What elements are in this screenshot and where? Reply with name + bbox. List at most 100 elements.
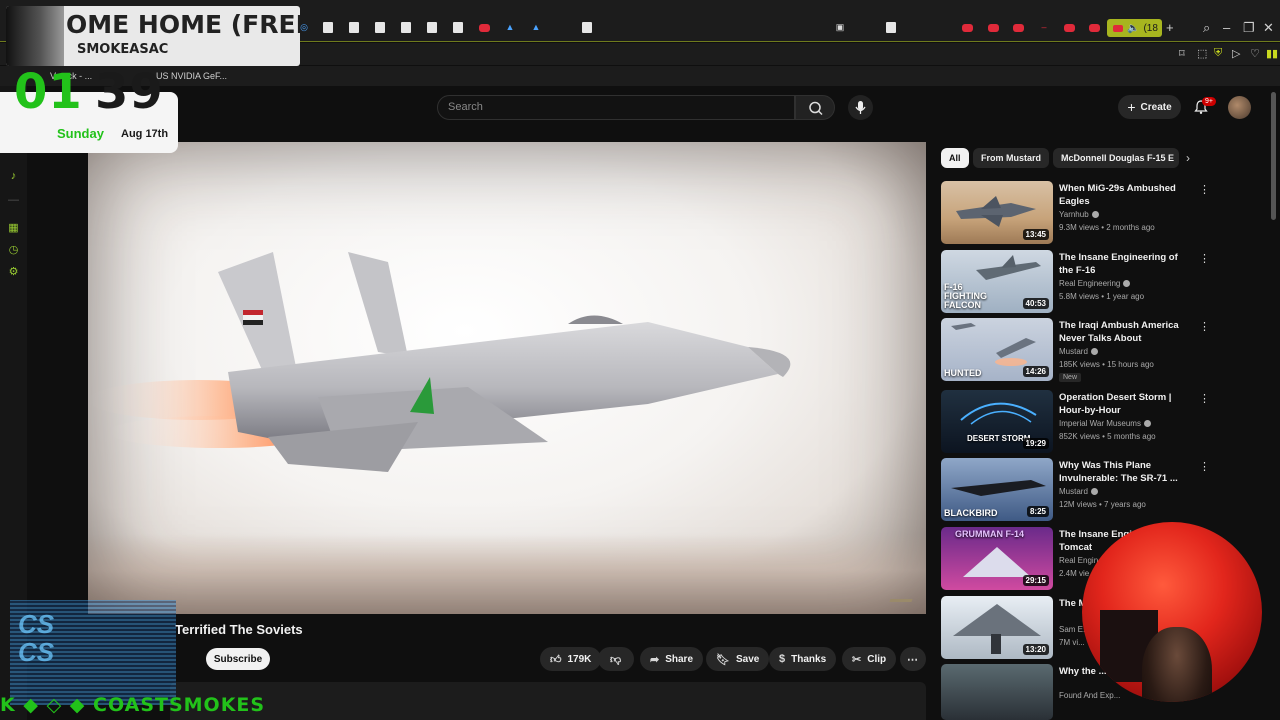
settings-icon[interactable]: ⚙ — [7, 266, 20, 279]
divider-icon: — — [8, 194, 19, 206]
doc-tab-icon[interactable] — [349, 22, 359, 33]
minus-tab-icon[interactable]: – — [1039, 22, 1049, 33]
chart-tab-icon[interactable]: ▲ — [505, 22, 515, 33]
thumbnail-overlay-text: HUNTED — [944, 368, 982, 378]
page-scrollbar[interactable] — [1271, 92, 1276, 220]
create-label: Create — [1140, 101, 1172, 113]
doc-tab-icon[interactable] — [453, 22, 463, 33]
tab-count: (18 — [1143, 22, 1158, 34]
screenshot-icon[interactable]: ⬚ — [1197, 47, 1207, 60]
youtube-tab-icon[interactable] — [1013, 24, 1024, 32]
youtube-tab-icon[interactable] — [962, 24, 973, 32]
handle-text: COASTSMOKES — [93, 694, 266, 716]
like-button[interactable]: 👍︎ 179K — [540, 647, 602, 671]
chip-from-mustard[interactable]: From Mustard — [973, 148, 1050, 168]
shield-icon[interactable]: ⛨ — [1214, 47, 1222, 60]
channel-name[interactable]: Imperial War Museums — [1059, 419, 1151, 428]
share-button[interactable]: ➦ Share — [640, 647, 704, 671]
globe-icon[interactable]: ◎ — [299, 22, 309, 33]
minimize-button[interactable]: – — [1223, 20, 1230, 35]
video-thumbnail[interactable]: GRUMMAN F-14 29:15 — [941, 527, 1053, 590]
create-button[interactable]: + Create — [1118, 95, 1181, 119]
channel-name[interactable]: Mustard — [1059, 487, 1098, 496]
bookmark-item[interactable]: US NVIDIA GeF... — [156, 71, 227, 81]
video-player[interactable] — [88, 142, 926, 614]
doc-tab-icon[interactable] — [401, 22, 411, 33]
more-vertical-icon[interactable]: ⋮ — [1199, 460, 1210, 473]
youtube-tab-icon[interactable] — [479, 24, 490, 32]
doc-tab-icon[interactable] — [886, 22, 896, 33]
clock-hour: 01 — [14, 64, 83, 120]
stream-logo-image: CS CS — [18, 609, 55, 667]
recommendation-item[interactable]: HUNTED 14:26 The Iraqi Ambush America Ne… — [941, 318, 1211, 382]
recommendation-title[interactable]: Why Was This Plane Invulnerable: The SR-… — [1059, 459, 1189, 485]
youtube-tab-icon[interactable] — [1064, 24, 1075, 32]
video-thumbnail[interactable]: HUNTED 14:26 — [941, 318, 1053, 381]
thanks-button[interactable]: $ Thanks — [769, 647, 837, 671]
active-tab[interactable]: 🔈 (18 — [1107, 19, 1162, 37]
channel-name[interactable]: Yarnhub — [1059, 210, 1099, 219]
video-thumbnail[interactable]: DESERT STORM 19:29 — [941, 390, 1053, 453]
clock-icon[interactable]: ◷ — [7, 244, 20, 257]
channel-name[interactable]: Found And Exp... — [1059, 691, 1120, 700]
more-vertical-icon[interactable]: ⋮ — [1199, 183, 1210, 196]
chart-tab-icon[interactable]: ▲ — [531, 22, 541, 33]
video-thumbnail[interactable] — [941, 664, 1053, 720]
clip-button[interactable]: ✂ Clip — [842, 647, 897, 671]
bookmark-icon[interactable]: ⌑ — [1179, 47, 1185, 60]
avatar[interactable] — [1228, 96, 1251, 119]
video-thumbnail[interactable]: 13:45 — [941, 181, 1053, 244]
channel-name[interactable]: Real Engineering — [1059, 279, 1131, 288]
youtube-icon — [1113, 24, 1123, 32]
doc-tab-icon[interactable] — [582, 22, 592, 33]
notification-badge: 9+ — [1202, 97, 1216, 106]
search-button[interactable] — [795, 95, 835, 120]
more-vertical-icon[interactable]: ⋮ — [1199, 392, 1210, 405]
heart-icon[interactable]: ♡ — [1250, 47, 1260, 60]
play-icon[interactable]: ▷ — [1232, 47, 1240, 60]
chip-all[interactable]: All — [941, 148, 969, 168]
new-tab-button[interactable]: + — [1166, 20, 1174, 35]
voice-search-button[interactable] — [848, 95, 873, 120]
recommendation-title[interactable]: Operation Desert Storm | Hour-by-Hour — [1059, 391, 1189, 417]
search-tabs-icon[interactable]: ⌕ — [1203, 20, 1210, 36]
description-panel[interactable] — [170, 682, 926, 720]
chevron-right-icon[interactable]: › — [1186, 151, 1190, 165]
channel-name-label: Real Engineering — [1059, 279, 1121, 288]
doc-tab-icon[interactable] — [375, 22, 385, 33]
more-vertical-icon[interactable]: ⋮ — [1199, 320, 1210, 333]
youtube-tab-icon[interactable] — [1089, 24, 1100, 32]
subscribe-button[interactable]: Subscribe — [206, 648, 270, 670]
video-thumbnail[interactable]: 13:20 — [941, 596, 1053, 659]
handle-prefix-icon: K ◆ ◇ ◆ — [0, 694, 94, 716]
more-vertical-icon[interactable]: ⋮ — [1199, 252, 1210, 265]
like-count: 179K — [567, 653, 592, 665]
recommendation-title[interactable]: The Iraqi Ambush America Never Talks Abo… — [1059, 319, 1189, 345]
thumbnail-overlay-text: DESERT STORM — [967, 434, 1031, 443]
channel-name[interactable]: Mustard — [1059, 347, 1098, 356]
apps-icon[interactable]: ▦ — [7, 222, 20, 235]
close-window-button[interactable]: ✕ — [1263, 20, 1274, 36]
save-button[interactable]: 🔖︎ Save — [706, 647, 770, 671]
save-label: Save — [735, 653, 760, 665]
dislike-button[interactable]: 👎︎ — [598, 647, 634, 671]
video-thumbnail[interactable]: F-16 FIGHTING FALCON 40:53 — [941, 250, 1053, 313]
more-actions-button[interactable]: ⋯ — [900, 647, 926, 671]
qr-tab-icon[interactable]: ▣ — [835, 22, 845, 33]
chip-f15[interactable]: McDonnell Douglas F-15 E — [1053, 148, 1179, 168]
search-input[interactable]: Search — [437, 95, 795, 120]
recommendation-item[interactable]: BLACKBIRD 8:25 Why Was This Plane Invuln… — [941, 458, 1211, 522]
sidebar-toggle-icon[interactable]: ▮▮ — [1266, 47, 1278, 60]
recommendation-title[interactable]: When MiG-29s Ambushed Eagles — [1059, 182, 1189, 208]
recommendation-item[interactable]: F-16 FIGHTING FALCON 40:53 The Insane En… — [941, 250, 1211, 314]
recommendation-item[interactable]: 13:45 When MiG-29s Ambushed Eagles Yarnh… — [941, 181, 1211, 245]
recommendation-item[interactable]: DESERT STORM 19:29 Operation Desert Stor… — [941, 390, 1211, 454]
doc-tab-icon[interactable] — [427, 22, 437, 33]
restore-button[interactable]: ❐ — [1243, 20, 1255, 36]
video-thumbnail[interactable]: BLACKBIRD 8:25 — [941, 458, 1053, 521]
tiktok-icon[interactable]: ♪ — [7, 170, 20, 183]
recommendation-title[interactable]: The Insane Engineering of the F-16 — [1059, 251, 1189, 277]
speaker-icon[interactable]: 🔈 — [1127, 23, 1139, 34]
youtube-tab-icon[interactable] — [988, 24, 999, 32]
doc-tab-icon[interactable] — [323, 22, 333, 33]
